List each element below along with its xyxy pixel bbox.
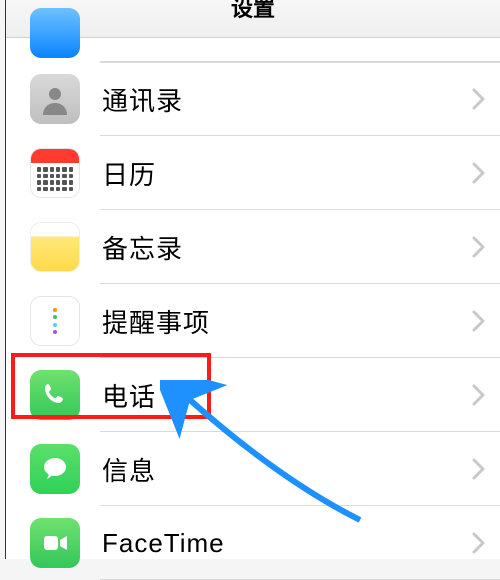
facetime-icon — [30, 518, 80, 568]
chevron-right-icon — [472, 88, 486, 110]
row-label: 提醒事项 — [102, 303, 472, 340]
page-title-text: 设置 — [231, 0, 275, 21]
settings-row-notes[interactable]: 备忘录 — [6, 210, 500, 284]
settings-row-reminders[interactable]: 提醒事项 — [6, 284, 500, 358]
calendar-icon — [30, 148, 80, 198]
row-label: 通讯录 — [102, 81, 472, 118]
cropped-icon — [30, 8, 80, 58]
messages-icon — [30, 444, 80, 494]
chevron-right-icon — [472, 384, 486, 406]
settings-row-facetime[interactable]: FaceTime — [6, 506, 500, 580]
phone-icon — [30, 370, 80, 420]
notes-icon — [30, 222, 80, 272]
row-label: 电话 — [102, 377, 472, 414]
page-title: 设置 — [6, 0, 500, 38]
settings-row-calendar[interactable]: 日历 — [6, 136, 500, 210]
settings-row-phone[interactable]: 电话 — [6, 358, 500, 432]
chevron-right-icon — [472, 162, 486, 184]
row-label: 日历 — [102, 155, 472, 192]
settings-row-contacts[interactable]: 通讯录 — [6, 62, 500, 136]
chevron-right-icon — [472, 310, 486, 332]
chevron-right-icon — [472, 458, 486, 480]
settings-row-messages[interactable]: 信息 — [6, 432, 500, 506]
row-label: 信息 — [102, 451, 472, 488]
chevron-right-icon — [472, 236, 486, 258]
row-label: FaceTime — [102, 528, 472, 559]
contacts-icon — [30, 74, 80, 124]
settings-list: 通讯录 日历 备忘录 — [6, 62, 500, 580]
row-label: 备忘录 — [102, 229, 472, 266]
reminders-icon — [30, 296, 80, 346]
chevron-right-icon — [472, 532, 486, 554]
